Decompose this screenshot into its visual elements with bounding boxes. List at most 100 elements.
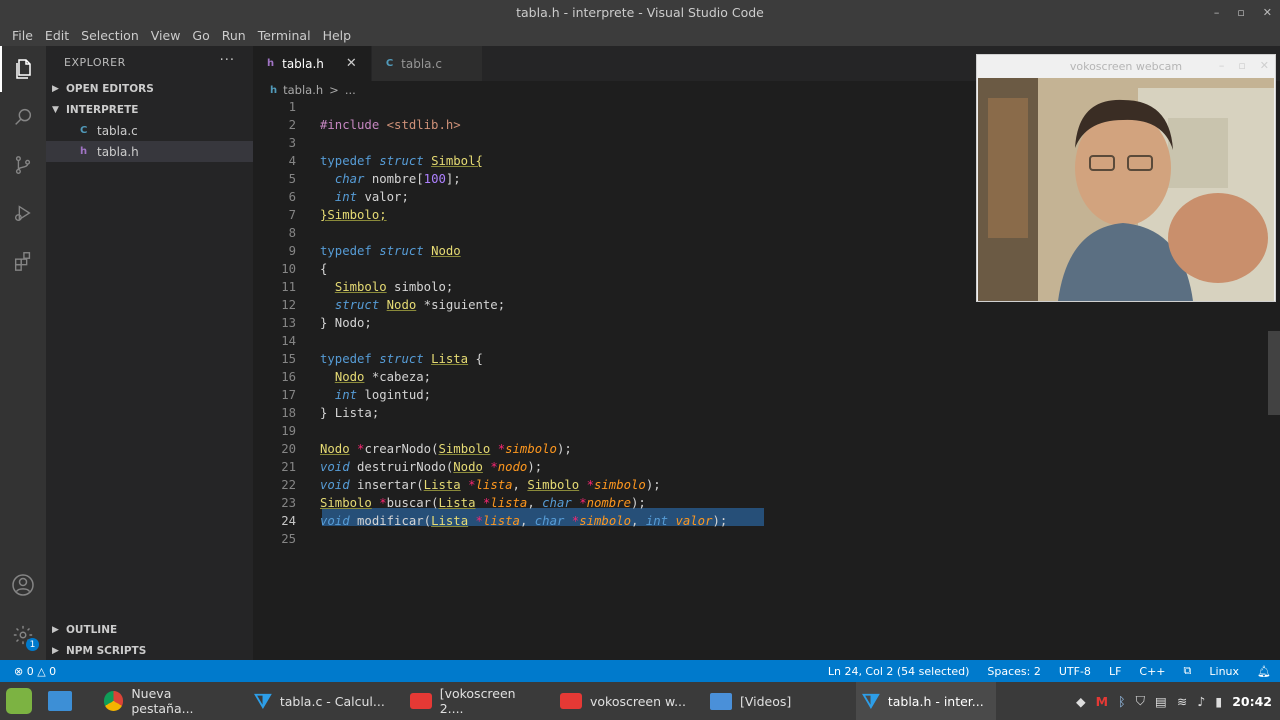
line-number: 2 [288,118,296,132]
explorer-header: EXPLORER ··· [46,46,253,78]
maximize-button[interactable]: ▫ [1237,6,1244,19]
c-file-icon: C [385,58,394,69]
run-debug-icon[interactable] [0,190,46,236]
battery-icon[interactable]: ▮ [1215,694,1222,709]
taskbar-item-vokoscreen[interactable]: [vokoscreen 2.... [410,682,542,720]
code-line: }Simbolo; [320,208,387,222]
shield-icon[interactable]: ⛉ [1136,693,1145,709]
taskbar-item-videos-folder[interactable]: [Videos] [710,682,810,720]
menu-go[interactable]: Go [186,28,215,43]
language-mode[interactable]: C++ [1130,665,1174,678]
chevron-right-icon: ▶ [52,83,59,94]
taskbar-item-vokoscreen-webcam[interactable]: vokoscreen w... [560,682,690,720]
volume-icon[interactable]: ♪ [1197,694,1205,709]
line-number: 18 [281,406,296,420]
h-file-icon: h [80,146,88,157]
taskbar-item-label: vokoscreen w... [590,693,687,709]
menu-view[interactable]: View [145,28,187,43]
encoding[interactable]: UTF-8 [1050,665,1100,678]
status-bar: ⊗ 0 △ 0 Ln 24, Col 2 (54 selected) Space… [0,660,1280,682]
file-item-tabla-c[interactable]: C tabla.c [46,120,253,141]
remote-icon[interactable]: ⧉ [1175,664,1201,678]
code-line: typedef struct Lista { [320,352,483,366]
close-icon[interactable]: ✕ [346,56,357,71]
manage-badge: 1 [26,638,39,651]
webcam-window[interactable]: vokoscreen webcam – ▫ ✕ [976,54,1276,302]
npm-scripts-section[interactable]: ▶ NPM SCRIPTS [46,640,253,661]
outline-section[interactable]: ▶ OUTLINE [46,619,253,640]
files-icon[interactable] [0,46,46,92]
mail-icon[interactable]: M [1096,694,1108,709]
dropbox-icon[interactable]: ◆ [1076,694,1086,709]
taskbar-item-vscode-tabla-h[interactable]: ⧩ tabla.h - inter... [856,682,996,720]
taskbar-item-chrome[interactable]: Nueva pestaña... [104,682,234,720]
account-icon[interactable] [0,562,46,608]
line-number: 22 [281,478,296,492]
code-line: typedef struct Simbol{ [320,154,483,168]
problems-indicator[interactable]: ⊗ 0 △ 0 [14,665,56,678]
menu-edit[interactable]: Edit [39,28,75,43]
h-file-icon: h [270,84,278,96]
line-number: 17 [281,388,296,402]
close-window-button[interactable]: ✕ [1263,6,1272,19]
line-number: 6 [288,190,296,204]
line-number: 16 [281,370,296,384]
webcam-video-feed [978,78,1274,301]
notifications-bell-icon[interactable]: 🔔︎ [1248,665,1280,678]
manage-gear-icon[interactable]: 1 [0,612,46,658]
more-actions-icon[interactable]: ··· [220,53,235,68]
file-item-tabla-h[interactable]: h tabla.h [46,141,253,162]
taskbar-item-label: Nueva pestaña... [131,686,194,716]
code-line: #include <stdlib.h> [320,118,461,132]
breadcrumb-file[interactable]: tabla.h [283,83,323,97]
file-name: tabla.h [97,144,139,159]
line-number: 25 [281,532,296,546]
vscode-icon: ⧩ [254,689,272,713]
chrome-icon [104,691,124,711]
minimize-button[interactable]: – [1214,6,1220,19]
webcam-close-icon[interactable]: ✕ [1260,59,1269,72]
open-editors-section[interactable]: ▶ OPEN EDITORS [46,78,253,99]
line-number: 12 [281,298,296,312]
end-of-line[interactable]: LF [1100,665,1130,678]
taskbar-item-vscode-tabla-c[interactable]: ⧩ tabla.c - Calcul... [254,682,392,720]
code-line: Simbolo simbolo; [334,280,454,294]
start-menu-icon[interactable] [6,682,32,720]
problems-count: ⊗ 0 △ 0 [14,664,57,678]
menu-run[interactable]: Run [216,28,252,43]
folder-section[interactable]: ▼ INTERPRETE [46,99,253,120]
chevron-down-icon: ▼ [52,104,59,115]
webcam-title: vokoscreen webcam [1069,60,1183,73]
open-editors-label: OPEN EDITORS [66,82,154,95]
webcam-maximize-button[interactable]: ▫ [1238,59,1245,72]
menu-help[interactable]: Help [317,28,358,43]
webcam-title-bar[interactable]: vokoscreen webcam – ▫ ✕ [977,55,1275,78]
clipboard-icon[interactable]: ▤ [1155,694,1167,709]
source-control-icon[interactable] [0,142,46,188]
wifi-icon[interactable]: ≋ [1177,694,1187,709]
tab-tabla-h[interactable]: h tabla.h ✕ [253,46,372,81]
menu-selection[interactable]: Selection [75,28,145,43]
breadcrumb-more[interactable]: ... [345,83,356,97]
menu-terminal[interactable]: Terminal [252,28,317,43]
search-icon[interactable] [0,94,46,140]
webcam-minimize-button[interactable]: – [1219,59,1225,72]
cursor-position[interactable]: Ln 24, Col 2 (54 selected) [819,665,979,678]
extensions-icon[interactable] [0,238,46,284]
bluetooth-icon[interactable]: ᛒ [1118,694,1126,709]
tab-tabla-c[interactable]: C tabla.c [371,46,483,81]
menu-file[interactable]: File [6,28,39,43]
clock[interactable]: 20:42 [1232,694,1272,709]
taskbar-item-label: tabla.c - Calcul... [279,693,385,709]
indentation[interactable]: Spaces: 2 [978,665,1049,678]
os-taskbar: Nueva pestaña... ⧩ tabla.c - Calcul... [… [0,682,1280,720]
line-number: 15 [281,352,296,366]
code-line: } Nodo; [320,316,372,330]
h-file-icon: h [267,58,275,69]
taskbar-item-label: tabla.h - inter... [887,693,984,709]
platform[interactable]: Linux [1200,665,1248,678]
file-manager-launcher-icon[interactable] [48,682,72,720]
line-number: 19 [281,424,296,438]
line-number: 21 [281,460,296,474]
scrollbar-thumb[interactable] [1268,331,1280,415]
